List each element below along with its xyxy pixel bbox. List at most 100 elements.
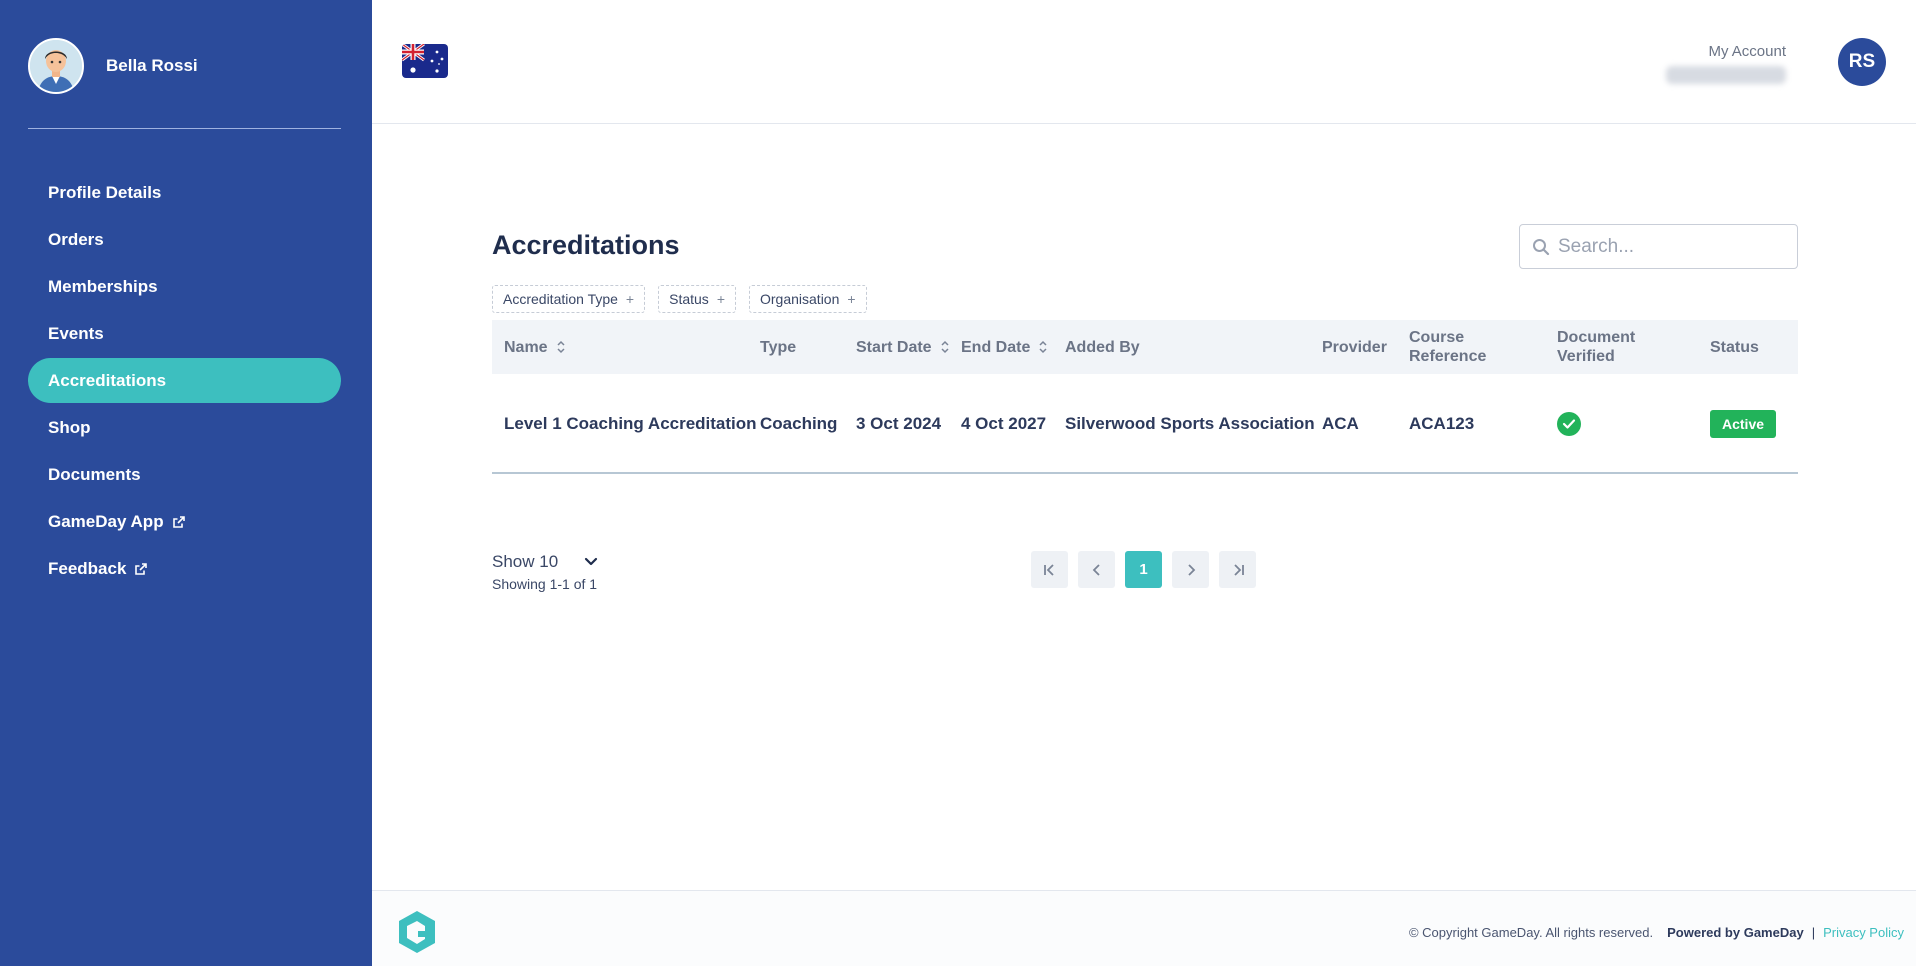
footer: © Copyright GameDay. All rights reserved… [372,890,1916,966]
sidebar-nav: Profile Details Orders Memberships Events Ac… [28,170,341,593]
filter-chip-label: Organisation [760,291,840,307]
sort-icon[interactable] [1038,339,1048,355]
privacy-policy-link[interactable]: Privacy Policy [1823,925,1904,940]
plus-icon: + [625,291,635,307]
sidebar: Bella Rossi Profile Details Orders Members… [0,0,372,966]
page-size-select[interactable]: Show 10 [492,552,598,572]
column-header-document-verified: Document Verified [1557,328,1635,366]
column-header-label: Status [1710,338,1759,356]
sort-icon[interactable] [940,339,950,355]
chevron-right-icon [1187,563,1195,576]
account-name-redacted [1666,66,1786,84]
column-header-label: Reference [1409,348,1487,365]
cell-status: Active [1710,374,1777,474]
plus-icon: + [716,291,725,307]
gameday-logo-icon[interactable] [396,909,438,960]
column-header-label: Start Date [856,338,932,356]
filter-bar: Accreditation Type + Status + Organisation + [492,285,867,313]
sidebar-divider [28,128,341,129]
sidebar-item-documents[interactable]: Documents [28,452,341,497]
sidebar-item-accreditations[interactable]: Accreditations [28,358,341,403]
table-body: Level 1 Coaching Accreditation Coaching 3 … [492,374,1798,474]
column-header-label: End Date [961,338,1031,356]
next-page-button[interactable] [1172,551,1209,588]
my-account[interactable]: My Account [1666,43,1786,84]
prev-page-button[interactable] [1078,551,1115,588]
cell-document-verified [1557,374,1581,474]
table-row[interactable]: Level 1 Coaching Accreditation Coaching 3 … [492,374,1798,474]
column-header-provider: Provider [1322,338,1387,357]
cell-name: Level 1 Coaching Accreditation [504,414,757,433]
sidebar-item-label: Shop [48,417,91,437]
external-link-icon [172,515,186,529]
accreditations-table: Name Type Start Date End Date Added By Provid… [492,320,1798,474]
powered-by-text: Powered by GameDay [1667,925,1804,940]
first-page-icon [1043,563,1054,576]
chevron-down-icon [584,557,598,567]
cell-start-date: 3 Oct 2024 [856,414,942,433]
sidebar-item-orders[interactable]: Orders [28,217,341,262]
last-page-icon [1233,563,1244,576]
search-input[interactable] [1558,235,1778,258]
column-header-label: Course [1409,329,1465,346]
page-title: Accreditations [492,230,680,260]
column-header-label: Added By [1065,338,1140,356]
australia-flag-icon[interactable] [402,44,448,78]
filter-chip-status[interactable]: Status + [658,285,736,313]
sidebar-item-label: Events [48,323,104,343]
filter-chip-accreditation-type[interactable]: Accreditation Type + [492,285,646,313]
column-header-course-reference: Course Reference [1409,328,1486,366]
user-profile[interactable]: Bella Rossi [28,38,198,94]
user-name: Bella Rossi [106,56,198,75]
cell-course-reference: ACA123 [1409,414,1475,433]
sidebar-item-memberships[interactable]: Memberships [28,264,341,309]
search-icon [1532,238,1550,256]
table-header: Name Type Start Date End Date Added By Provid… [492,320,1798,374]
sidebar-item-feedback[interactable]: Feedback [28,546,341,591]
filter-chip-label: Status [669,291,709,307]
column-header-type: Type [760,338,796,357]
sidebar-item-profile-details[interactable]: Profile Details [28,170,341,215]
first-page-button[interactable] [1031,551,1068,588]
sidebar-item-label: Feedback [48,558,127,578]
cell-provider: ACA [1322,414,1359,433]
sidebar-item-label: GameDay App [48,511,164,531]
column-header-start-date[interactable]: Start Date [856,338,950,357]
page-size-label: Show 10 [492,552,559,571]
plus-icon: + [847,291,856,307]
cell-added-by: Silverwood Sports Association [1065,414,1315,433]
pagination: 1 [1031,551,1256,588]
column-header-label: Verified [1557,348,1615,365]
sidebar-item-events[interactable]: Events [28,311,341,356]
footer-separator: | [1811,925,1816,940]
external-link-icon [134,562,148,576]
chevron-left-icon [1092,563,1100,576]
sidebar-item-gameday-app[interactable]: GameDay App [28,499,341,544]
top-header: My Account RS [372,0,1916,124]
results-count: Showing 1-1 of 1 [492,576,598,592]
sidebar-item-label: Accreditations [48,370,167,390]
sidebar-item-label: Profile Details [48,182,162,202]
column-header-end-date[interactable]: End Date [961,338,1048,357]
account-label: My Account [1708,43,1786,60]
filter-chip-label: Accreditation Type [503,291,618,307]
last-page-button[interactable] [1219,551,1256,588]
account-avatar[interactable]: RS [1838,38,1886,86]
page-button-current[interactable]: 1 [1125,551,1162,588]
sidebar-item-label: Memberships [48,276,158,296]
column-header-added-by: Added By [1065,338,1140,357]
cell-type: Coaching [760,414,838,433]
avatar [28,38,84,94]
column-header-label: Document [1557,329,1636,346]
copyright-text: © Copyright GameDay. All rights reserved… [1408,925,1654,940]
column-header-name[interactable]: Name [504,338,566,357]
sidebar-item-label: Orders [48,229,104,249]
search-box[interactable] [1519,224,1798,269]
cell-end-date: 4 Oct 2027 [961,414,1047,433]
sort-icon[interactable] [556,339,566,355]
check-circle-icon [1557,412,1581,436]
filter-chip-organisation[interactable]: Organisation + [749,285,867,313]
column-header-status: Status [1710,338,1759,357]
status-badge: Active [1710,410,1777,438]
sidebar-item-shop[interactable]: Shop [28,405,341,450]
